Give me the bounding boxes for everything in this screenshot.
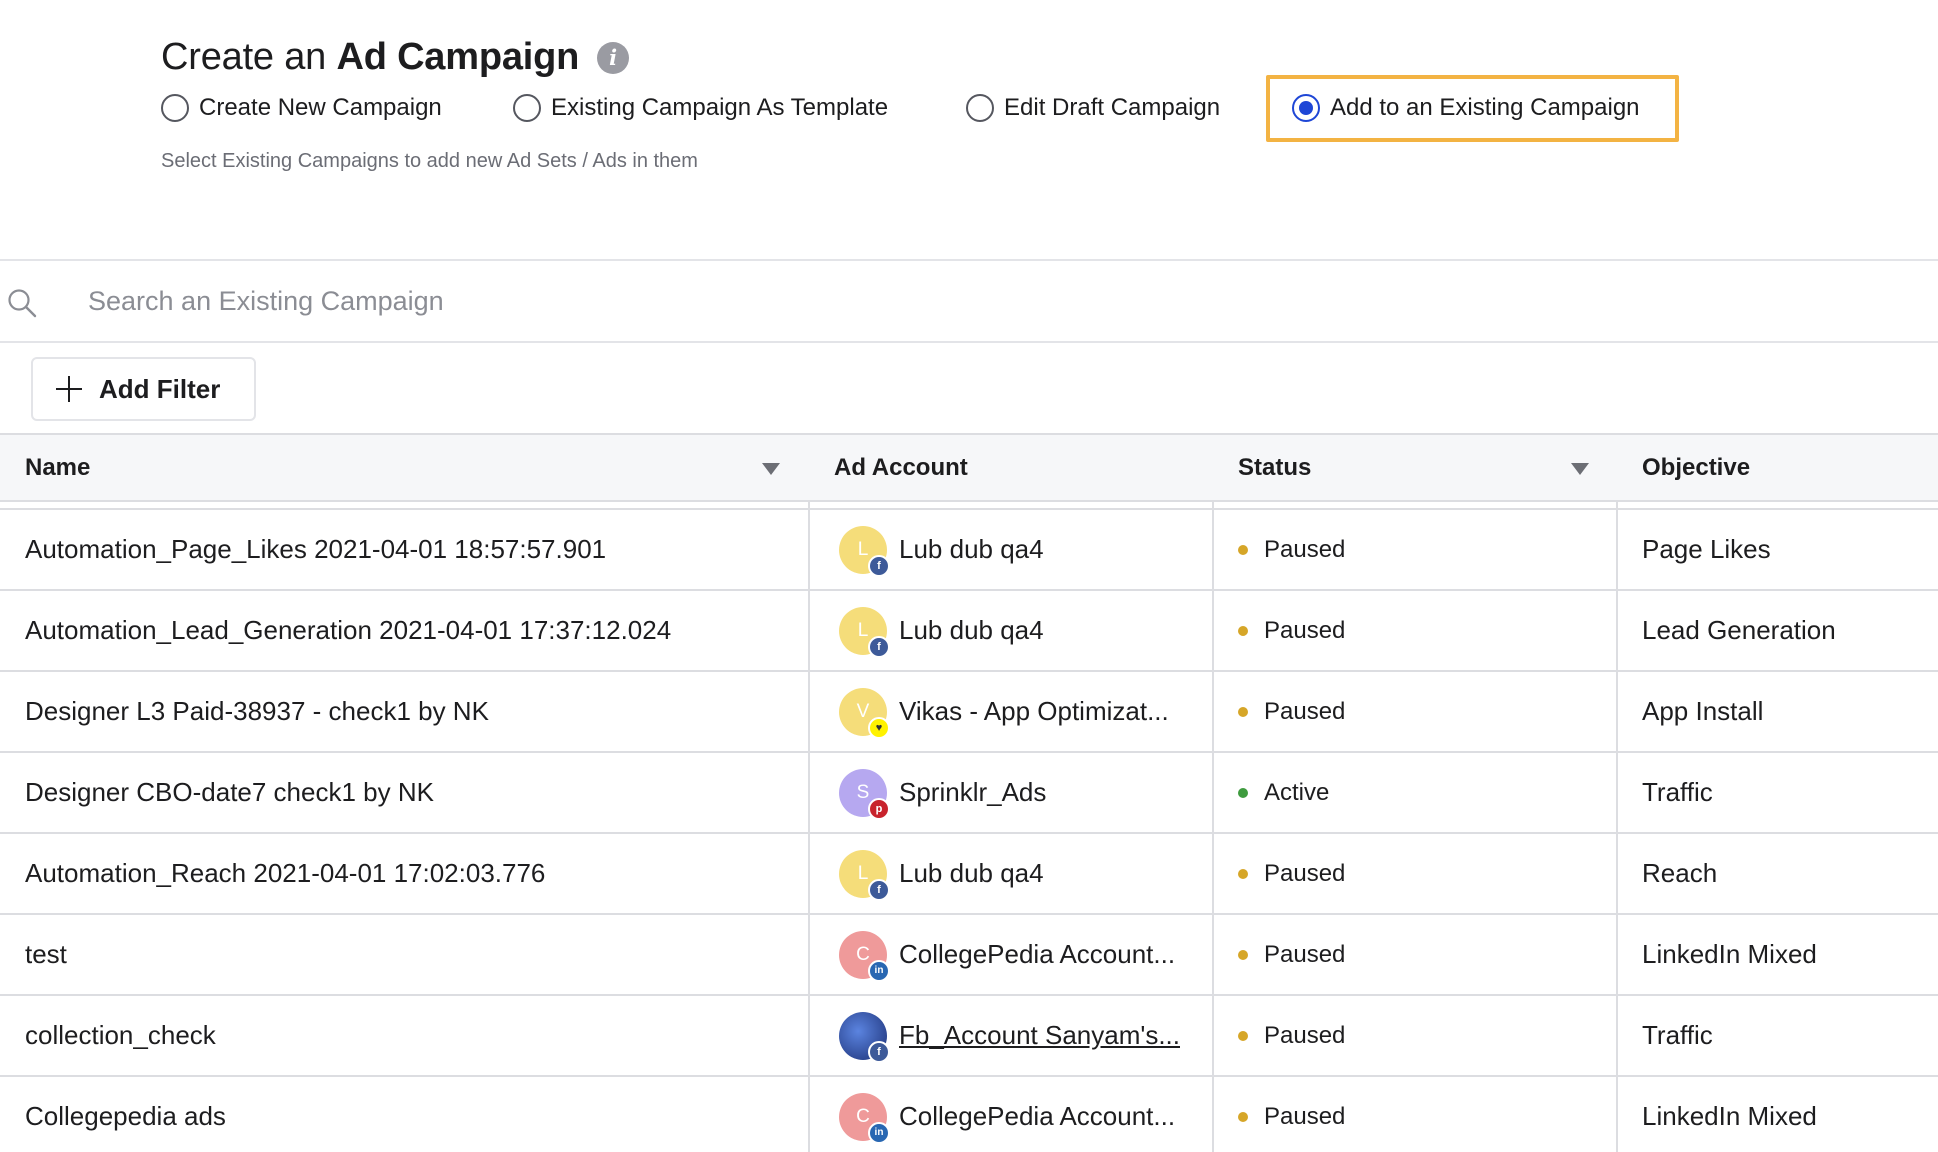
table-row[interactable]: Automation_Page_Likes 2021-04-01 18:57:5…: [0, 510, 1938, 591]
ad-account: Lf Lub dub qa4: [839, 510, 1044, 589]
status-dot-icon: [1238, 625, 1248, 636]
radio-edit-draft-campaign[interactable]: [966, 94, 994, 122]
search-input[interactable]: [88, 279, 1488, 323]
table-row[interactable]: Collegepedia ads Cin CollegePedia Accoun…: [0, 1077, 1938, 1152]
linkedin-icon: in: [868, 1121, 890, 1144]
objective: Traffic: [1642, 1020, 1713, 1050]
linkedin-icon: in: [868, 959, 890, 982]
radio-existing-campaign-template[interactable]: [513, 94, 541, 122]
account-avatar: Sp: [839, 768, 890, 820]
table-row[interactable]: Designer L3 Paid-38937 - check1 by NK V ♥…: [0, 672, 1938, 753]
mode-existing-campaign-template[interactable]: Existing Campaign As Template: [513, 86, 888, 130]
campaign-name: Collegepedia ads: [25, 1101, 226, 1131]
objective: Lead Generation: [1642, 615, 1836, 645]
status-badge: Paused: [1238, 834, 1345, 913]
status-badge: Paused: [1238, 591, 1345, 670]
campaign-name: Designer L3 Paid-38937 - check1 by NK: [25, 696, 489, 726]
status-dot-icon: [1238, 949, 1248, 960]
objective: App Install: [1642, 696, 1764, 726]
mode-label: Add to an Existing Campaign: [1330, 94, 1640, 121]
status-badge: Paused: [1238, 672, 1345, 751]
status-badge: Paused: [1238, 996, 1345, 1075]
plus-icon: [55, 375, 83, 403]
facebook-icon: f: [868, 878, 890, 901]
table-spacer: [0, 502, 1938, 510]
objective: Page Likes: [1642, 534, 1771, 564]
radio-create-new-campaign[interactable]: [161, 94, 189, 122]
account-avatar: Cin: [839, 1092, 890, 1144]
status-dot-icon: [1238, 544, 1248, 555]
status-dot-icon: [1238, 1111, 1248, 1122]
search-icon: [8, 289, 37, 318]
add-filter-button[interactable]: Add Filter: [31, 357, 256, 421]
account-avatar: Lf: [839, 606, 890, 658]
ad-account: V ♥ Vikas - App Optimizat...: [839, 672, 1169, 751]
status-dot-icon: [1238, 868, 1248, 879]
campaign-name: Automation_Reach 2021-04-01 17:02:03.776: [25, 858, 546, 888]
campaign-table: Name Ad Account Status Objective Automat…: [0, 433, 1938, 1152]
search-bar: [0, 259, 1938, 343]
sort-name-icon[interactable]: [762, 463, 780, 475]
mode-hint: Select Existing Campaigns to add new Ad …: [161, 150, 698, 172]
table-row[interactable]: test Cin CollegePedia Account... Paused …: [0, 915, 1938, 996]
page-title: Create an Ad Campaign: [161, 36, 580, 78]
table-header: Name Ad Account Status Objective: [0, 435, 1938, 502]
table-row[interactable]: collection_check f Fb_Account Sanyam's..…: [0, 996, 1938, 1077]
account-avatar: f: [839, 1011, 890, 1063]
campaign-name: Designer CBO-date7 check1 by NK: [25, 777, 434, 807]
pinterest-icon: p: [868, 797, 890, 820]
mode-label: Create New Campaign: [199, 94, 442, 121]
campaign-name: Automation_Lead_Generation 2021-04-01 17…: [25, 615, 672, 645]
info-icon[interactable]: i: [597, 41, 630, 74]
campaign-name: test: [25, 939, 67, 969]
status-badge: Paused: [1238, 510, 1345, 589]
status-badge: Paused: [1238, 915, 1345, 994]
ad-account-link[interactable]: Fb_Account Sanyam's...: [899, 1020, 1180, 1051]
status-badge: Active: [1238, 753, 1329, 832]
objective: LinkedIn Mixed: [1642, 1101, 1817, 1131]
mode-create-new-campaign[interactable]: Create New Campaign: [161, 86, 442, 130]
ad-account: Cin CollegePedia Account...: [839, 1077, 1175, 1152]
ad-account: Cin CollegePedia Account...: [839, 915, 1175, 994]
radio-add-to-existing-campaign[interactable]: [1292, 94, 1320, 122]
column-header-objective[interactable]: Objective: [1617, 435, 1750, 500]
campaign-name: collection_check: [25, 1020, 216, 1050]
mode-label: Existing Campaign As Template: [551, 94, 889, 121]
status-dot-icon: [1238, 787, 1248, 798]
column-header-name[interactable]: Name: [0, 435, 90, 500]
ad-account: Lf Lub dub qa4: [839, 834, 1044, 913]
table-row[interactable]: Designer CBO-date7 check1 by NK Sp Sprin…: [0, 753, 1938, 834]
account-avatar: Lf: [839, 525, 890, 577]
mode-edit-draft-campaign[interactable]: Edit Draft Campaign: [966, 86, 1220, 130]
objective: Reach: [1642, 858, 1718, 888]
account-avatar: V ♥: [839, 687, 890, 739]
facebook-icon: f: [868, 1040, 890, 1063]
status-dot-icon: [1238, 1030, 1248, 1041]
status-badge: Paused: [1238, 1077, 1345, 1152]
objective: LinkedIn Mixed: [1642, 939, 1817, 969]
table-row[interactable]: Automation_Lead_Generation 2021-04-01 17…: [0, 591, 1938, 672]
ad-account: Sp Sprinklr_Ads: [839, 753, 1046, 832]
ad-account: f Fb_Account Sanyam's...: [839, 996, 1180, 1075]
title-row: Create an Ad Campaign i: [161, 36, 630, 79]
mode-label: Edit Draft Campaign: [1004, 94, 1221, 121]
sort-status-icon[interactable]: [1571, 463, 1589, 475]
ad-campaign-page: Create an Ad Campaign i Create New Campa…: [0, 0, 1938, 1152]
objective: Traffic: [1642, 777, 1713, 807]
facebook-icon: f: [868, 635, 890, 658]
account-avatar: Cin: [839, 930, 890, 982]
facebook-icon: f: [868, 554, 890, 577]
mode-add-to-existing-campaign[interactable]: Add to an Existing Campaign: [1292, 86, 1640, 130]
table-row[interactable]: Automation_Reach 2021-04-01 17:02:03.776…: [0, 834, 1938, 915]
add-filter-label: Add Filter: [99, 373, 221, 404]
column-header-ad-account[interactable]: Ad Account: [809, 435, 968, 500]
ad-account: Lf Lub dub qa4: [839, 591, 1044, 670]
column-header-status[interactable]: Status: [1213, 435, 1311, 500]
status-dot-icon: [1238, 706, 1248, 717]
account-avatar: Lf: [839, 849, 890, 901]
campaign-name: Automation_Page_Likes 2021-04-01 18:57:5…: [25, 534, 607, 564]
snapchat-icon: ♥: [868, 716, 890, 739]
